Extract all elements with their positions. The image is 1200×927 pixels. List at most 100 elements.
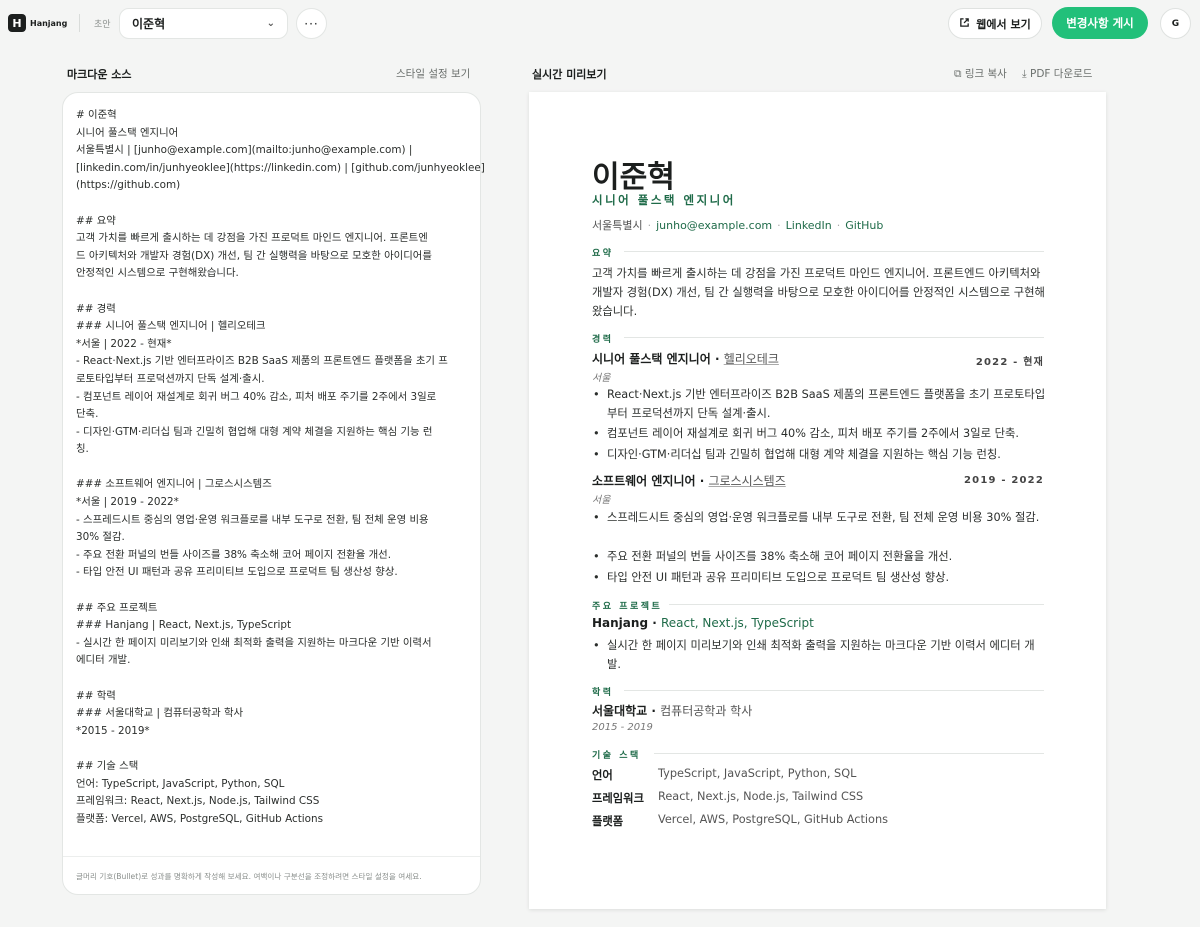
job-date: 2019 - 2022 <box>964 475 1044 486</box>
education-title: 서울대학교 · 컴퓨터공학과 학사 <box>592 704 753 718</box>
job-date: 2022 - 현재 <box>975 357 1044 368</box>
contact-linkedin-link[interactable]: LinkedIn <box>786 219 832 232</box>
pdf-download-button[interactable]: ⤓ PDF 다운로드 <box>1022 66 1092 81</box>
editor-line: 단축. <box>76 408 99 421</box>
section-heading-projects: 주요 프로젝트 <box>592 602 663 612</box>
project-title: Hanjang · React, Next.js, TypeScript <box>592 616 814 630</box>
project-bullet: 실시간 한 페이지 미리보기와 인쇄 최적화 출력을 지원하는 마크다운 기반 … <box>593 637 1047 674</box>
job-bullet: 컴포넌트 레이어 재설계로 회귀 버그 40% 감소, 피처 배포 주기를 2주… <box>593 425 1047 444</box>
section-rule <box>654 753 1044 754</box>
editor-line: - 실시간 한 페이지 미리보기와 인쇄 최적화 출력을 지원하는 마크다운 기… <box>76 636 432 649</box>
editor-line: (https://github.com) <box>76 179 181 192</box>
project-name: Hanjang <box>592 616 649 630</box>
project-stack: React, Next.js, TypeScript <box>660 616 814 630</box>
style-settings-link[interactable]: 스타일 설정 보기 <box>396 66 470 81</box>
editor-line: ## 기술 스택 <box>76 759 139 772</box>
editor-line: 고객 가치를 빠르게 출시하는 데 강점을 가진 프로덕트 마인드 엔지니어. … <box>76 232 428 245</box>
view-on-web-label: 웹에서 보기 <box>976 17 1031 31</box>
editor-content[interactable]: # 이준혁 시니어 풀스택 엔지니어 서울특별시 | [junho@example.… <box>76 107 485 828</box>
logo-wordmark: Hanjang <box>30 19 67 28</box>
editor-line: 언어: TypeScript, JavaScript, Python, SQL <box>76 777 285 790</box>
logo-mark-icon: H <box>8 14 26 32</box>
external-link-icon <box>959 17 970 31</box>
editor-line: 안정적인 시스템으로 구현해왔습니다. <box>76 267 239 280</box>
skill-value: React, Next.js, Node.js, Tailwind CSS <box>658 790 864 803</box>
editor-line: - 컴포넌트 레이어 재설계로 회귀 버그 40% 감소, 피처 배포 주기를 … <box>76 390 437 403</box>
editor-line: - 스프레드시트 중심의 영업·운영 워크플로를 내부 도구로 전환, 팀 전체… <box>76 513 429 526</box>
skill-key: 언어 <box>592 769 613 782</box>
preview-title: 실시간 미리보기 <box>532 68 607 81</box>
editor-line: ### Hanjang | React, Next.js, TypeScript <box>76 619 292 632</box>
editor-line: *서울 | 2022 - 현재* <box>76 337 172 350</box>
document-select[interactable]: 이준혁 ⌄ <box>119 8 288 39</box>
editor-line: ## 경력 <box>76 302 116 315</box>
section-heading-education: 학력 <box>592 688 614 698</box>
resume-name: 이준혁 <box>592 160 675 195</box>
editor-hint: 글머리 기호(Bullet)로 성과를 명확하게 작성해 보세요. 여백이나 구… <box>76 872 422 881</box>
section-rule <box>669 604 1044 605</box>
editor-line: - React·Next.js 기반 엔터프라이즈 B2B SaaS 제품의 프… <box>76 355 448 368</box>
skill-key: 프레임워크 <box>592 792 644 805</box>
job-bullet: 주요 전환 퍼널의 번들 사이즈를 38% 축소해 코어 페이지 전환율을 개선… <box>593 548 1047 567</box>
contact-github-link[interactable]: GitHub <box>845 219 883 232</box>
section-rule <box>624 337 1044 338</box>
job-bullet: React·Next.js 기반 엔터프라이즈 B2B SaaS 제품의 프론트… <box>593 386 1047 423</box>
editor-line: - 타입 안전 UI 패턴과 공유 프리미티브 도입으로 프로덕트 팀 생산성 … <box>76 566 398 579</box>
education-school: 서울대학교 <box>592 704 648 718</box>
chevron-down-icon: ⌄ <box>266 18 275 29</box>
job-company: 그로스시스템즈 <box>708 474 786 488</box>
job-bullet: 디자인·GTM·리더십 팀과 긴밀히 협업해 대형 계약 체결을 지원하는 핵심… <box>593 446 1047 465</box>
divider <box>79 14 80 32</box>
section-heading-skills: 기술 스택 <box>592 751 641 761</box>
education-degree: 컴퓨터공학과 학사 <box>660 704 753 718</box>
editor-line: 서울특별시 | [junho@example.com](mailto:junho… <box>76 144 413 157</box>
editor-line: ## 학력 <box>76 689 116 702</box>
job-title: 시니어 풀스택 엔지니어 · 헬리오테크 <box>592 352 779 366</box>
app-logo[interactable]: H Hanjang <box>8 14 67 32</box>
draft-label: 초안 <box>94 20 111 30</box>
section-heading-career: 경력 <box>592 335 614 345</box>
editor-line: ## 주요 프로젝트 <box>76 601 158 614</box>
editor-line: ## 요약 <box>76 214 116 227</box>
editor-line: [linkedin.com/in/junhyeoklee](https://li… <box>76 161 485 174</box>
copy-link-button[interactable]: ⧉ 링크 복사 <box>954 66 1007 81</box>
contact-email-link[interactable]: junho@example.com <box>656 219 772 232</box>
education-years: 2015 - 2019 <box>592 722 653 733</box>
job-location: 서울 <box>592 495 611 506</box>
editor-line: ### 서울대학교 | 컴퓨터공학과 학사 <box>76 707 244 720</box>
markdown-editor[interactable]: # 이준혁 시니어 풀스택 엔지니어 서울특별시 | [junho@example.… <box>62 92 485 895</box>
editor-line: - 디자인·GTM·리더십 팀과 긴밀히 협업해 대형 계약 체결을 지원하는 … <box>76 425 433 438</box>
job-title-text: 시니어 풀스택 엔지니어 <box>592 352 711 366</box>
avatar[interactable]: G <box>1160 8 1191 39</box>
skill-value: TypeScript, JavaScript, Python, SQL <box>658 767 857 780</box>
skill-key: 플랫폼 <box>592 815 624 828</box>
job-bullet: 스프레드시트 중심의 영업·운영 워크플로를 내부 도구로 전환, 팀 전체 운… <box>593 509 1047 528</box>
editor-line: *서울 | 2019 - 2022* <box>76 496 179 509</box>
contact-city: 서울특별시 <box>592 219 643 232</box>
job-company: 헬리오테크 <box>723 352 779 366</box>
document-select-value: 이준혁 <box>132 17 166 31</box>
editor-line: 칭. <box>76 443 89 456</box>
editor-line: 플랫폼: Vercel, AWS, PostgreSQL, GitHub Act… <box>76 812 324 825</box>
more-options-button[interactable]: ··· <box>296 8 327 39</box>
download-icon: ⤓ <box>1022 68 1027 80</box>
editor-line: ### 소프트웨어 엔지니어 | 그로스시스템즈 <box>76 478 272 491</box>
editor-line: *2015 - 2019* <box>76 724 150 737</box>
view-on-web-button[interactable]: 웹에서 보기 <box>948 8 1042 39</box>
publish-button[interactable]: 변경사항 게시 <box>1052 7 1148 39</box>
editor-line: ### 시니어 풀스택 엔지니어 | 헬리오테크 <box>76 320 266 333</box>
logo-text: Hanjang <box>30 18 68 28</box>
editor-footer-divider <box>63 856 480 857</box>
top-bar: H Hanjang 초안 이준혁 ⌄ ··· 웹에서 보기 변경사항 게시 G <box>0 0 1200 48</box>
editor-line: 드 아키텍처와 개발자 경험(DX) 개선, 팀 간 실행력을 바탕으로 모호한… <box>76 249 432 262</box>
resume-contact: 서울특별시 · junho@example.com · LinkedIn · GitHub <box>592 219 884 232</box>
resume-preview: 이준혁 시니어 풀스택 엔지니어 서울특별시 · junho@example.com… <box>529 92 1106 909</box>
resume-role: 시니어 풀스택 엔지니어 <box>592 193 736 207</box>
editor-line: 에디터 개발. <box>76 654 131 667</box>
job-bullet: 타입 안전 UI 패턴과 공유 프리미티브 도입으로 프로덕트 팀 생산성 향상… <box>593 569 1047 588</box>
